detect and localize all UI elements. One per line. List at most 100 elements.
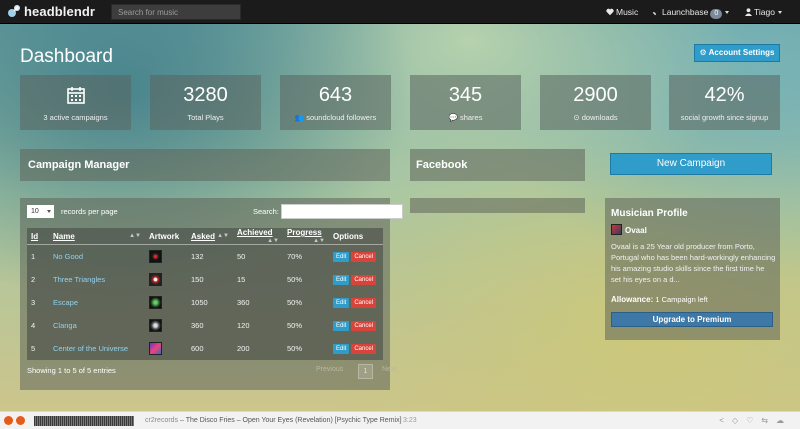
pager-previous[interactable]: Previous [316, 366, 343, 373]
col-label: Options [333, 231, 364, 241]
sort-icon: ▲▼ [267, 238, 279, 244]
table-row: 1 No Good 132 50 70% Edit Cancel [27, 245, 383, 268]
allowance-label: Allowance: [611, 295, 654, 304]
previous-track-icon[interactable] [4, 416, 13, 425]
records-per-page-select[interactable]: 10 [27, 205, 54, 218]
col-asked[interactable]: Asked ▲▼ [187, 228, 233, 245]
cell-artwork [145, 268, 187, 291]
comment-icon[interactable]: ◇ [732, 416, 746, 425]
cell-progress: 50% [287, 297, 303, 307]
cancel-button[interactable]: Cancel [351, 274, 377, 285]
brand-logo[interactable]: headblendr [7, 4, 95, 19]
table-search-label: Search: [253, 207, 279, 216]
stat-value: 643 [318, 84, 353, 106]
artwork-thumbnail [149, 249, 162, 263]
musician-profile-title: Musician Profile [611, 208, 688, 219]
col-options: Options [329, 228, 383, 245]
new-campaign-button[interactable]: New Campaign [610, 153, 772, 175]
artist-name[interactable]: Ovaal [611, 224, 647, 235]
now-playing[interactable]: cr2records – The Disco Fries – Open Your… [145, 412, 402, 429]
chevron-down-icon [725, 11, 730, 14]
table-row: 5 Center of the Universe 600 200 50% Edi… [27, 337, 383, 360]
cell-artwork [145, 291, 187, 314]
account-settings-label: Account Settings [708, 48, 775, 57]
cancel-button[interactable]: Cancel [351, 297, 377, 308]
play-icon[interactable] [16, 416, 25, 425]
campaign-manager-title: Campaign Manager [28, 159, 130, 171]
table-search-input[interactable] [281, 204, 403, 219]
calendar-icon [66, 87, 85, 104]
artwork-thumbnail [149, 272, 162, 286]
campaign-name-link[interactable]: Escape [49, 291, 145, 314]
soundcloud-icon[interactable]: ☁ [776, 416, 792, 425]
edit-button[interactable]: Edit [333, 274, 350, 285]
artwork-thumbnail [149, 341, 162, 355]
stat-label: shares [459, 113, 483, 122]
download-icon: ⊙ [573, 113, 580, 122]
cell-asked: 360 [191, 320, 204, 330]
launchbase-count-badge: 0 [710, 9, 723, 19]
stat-active-campaigns: 3 active campaigns [20, 75, 131, 130]
cell-asked: 132 [191, 251, 204, 261]
col-label: Artwork [149, 231, 180, 241]
pager-page-1[interactable]: 1 [358, 364, 373, 379]
records-per-page-label: records per page [61, 207, 118, 216]
campaign-name-link[interactable]: Center of the Universe [49, 337, 145, 360]
pager-next[interactable]: Next [382, 366, 396, 373]
cell-progress: 50% [287, 320, 303, 330]
cancel-button[interactable]: Cancel [351, 251, 377, 262]
edit-button[interactable]: Edit [333, 297, 350, 308]
table-row: 2 Three Triangles 150 15 50% Edit Cancel [27, 268, 383, 291]
table-header-row: Id Name ▲▼ Artwork Asked ▲▼ Achieved ▲▼ Pro… [27, 228, 383, 245]
facebook-title: Facebook [416, 159, 468, 171]
edit-button[interactable]: Edit [333, 251, 350, 262]
repost-icon[interactable]: ⇆ [761, 416, 776, 425]
musician-profile-panel: Musician Profile Ovaal Ovaal is a 25 Yea… [605, 198, 780, 340]
cell-id: 5 [31, 343, 36, 353]
entries-info: Showing 1 to 5 of 5 entries [27, 366, 116, 375]
cell-progress: 50% [287, 343, 303, 353]
campaign-name-link[interactable]: No Good [49, 245, 145, 268]
cell-options: Edit Cancel [329, 268, 383, 291]
stat-label: 3 active campaigns [43, 113, 108, 122]
cell-id: 1 [31, 251, 36, 261]
cancel-button[interactable]: Cancel [351, 320, 377, 331]
chevron-down-icon [47, 210, 51, 213]
facebook-header: Facebook [410, 149, 585, 181]
table-row: 3 Escape 1050 360 50% Edit Cancel [27, 291, 383, 314]
campaign-name-link[interactable]: Clanga [49, 314, 145, 337]
cell-achieved: 200 [237, 343, 250, 353]
nav-launchbase[interactable]: Launchbase 0 [652, 0, 730, 24]
share-icon[interactable]: < [719, 416, 732, 425]
col-progress[interactable]: Progress ▲▼ [283, 228, 329, 245]
top-navbar: headblendr Music Launchbase0 Tiago [0, 0, 800, 24]
music-search-input[interactable] [111, 4, 241, 20]
col-achieved[interactable]: Achieved ▲▼ [233, 228, 283, 245]
stat-label-row: ⊙ downloads [540, 113, 651, 122]
cell-asked: 150 [191, 274, 204, 284]
cell-options: Edit Cancel [329, 314, 383, 337]
edit-button[interactable]: Edit [333, 320, 350, 331]
campaign-name-link[interactable]: Three Triangles [49, 268, 145, 291]
page-title: Dashboard [20, 46, 113, 67]
cell-artwork [145, 314, 187, 337]
stat-label: soundcloud followers [306, 113, 377, 122]
edit-button[interactable]: Edit [333, 343, 350, 354]
col-name[interactable]: Name ▲▼ [49, 228, 145, 245]
heart-icon[interactable]: ♡ [746, 416, 761, 425]
nav-music[interactable]: Music [606, 0, 638, 24]
cancel-button[interactable]: Cancel [351, 343, 377, 354]
col-id[interactable]: Id [27, 228, 49, 245]
upgrade-premium-button[interactable]: Upgrade to Premium [611, 312, 773, 327]
cell-options: Edit Cancel [329, 245, 383, 268]
artwork-thumbnail [149, 295, 162, 309]
track-waveform[interactable] [34, 416, 134, 426]
chevron-down-icon [777, 11, 782, 14]
cell-options: Edit Cancel [329, 337, 383, 360]
allowance-row: Allowance: 1 Campaign left [611, 295, 708, 304]
nav-user-menu[interactable]: Tiago [745, 0, 782, 24]
cell-progress: 50% [287, 274, 303, 284]
cell-asked: 1050 [191, 297, 208, 307]
account-settings-button[interactable]: ⚙ Account Settings [694, 44, 780, 62]
nav-user-name: Tiago [754, 7, 775, 17]
